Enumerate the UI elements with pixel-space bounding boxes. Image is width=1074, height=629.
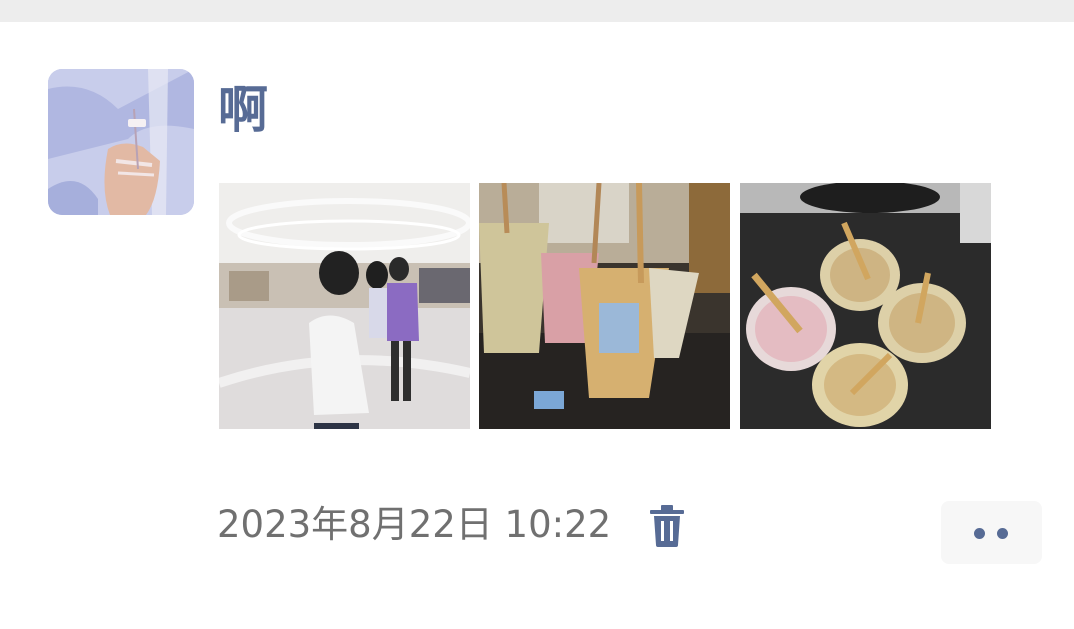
moments-post: 啊 2023年8月22日 10:22 xyxy=(0,22,1074,629)
post-timestamp: 2023年8月22日 10:22 xyxy=(217,503,612,546)
username-link[interactable]: 啊 xyxy=(218,80,268,140)
avatar[interactable] xyxy=(48,69,194,215)
dot-icon xyxy=(997,528,1008,539)
dot-icon xyxy=(974,528,985,539)
trash-icon[interactable] xyxy=(648,505,686,547)
more-dots-icon[interactable] xyxy=(941,501,1042,564)
photo-thumbnail-drinks-table[interactable] xyxy=(479,183,730,429)
photo-grid xyxy=(219,183,991,429)
avatar-image xyxy=(48,69,194,215)
photo-thumbnail-drinks-topdown[interactable] xyxy=(740,183,991,429)
top-strip xyxy=(0,0,1074,22)
photo-thumbnail-mall[interactable] xyxy=(219,183,470,429)
